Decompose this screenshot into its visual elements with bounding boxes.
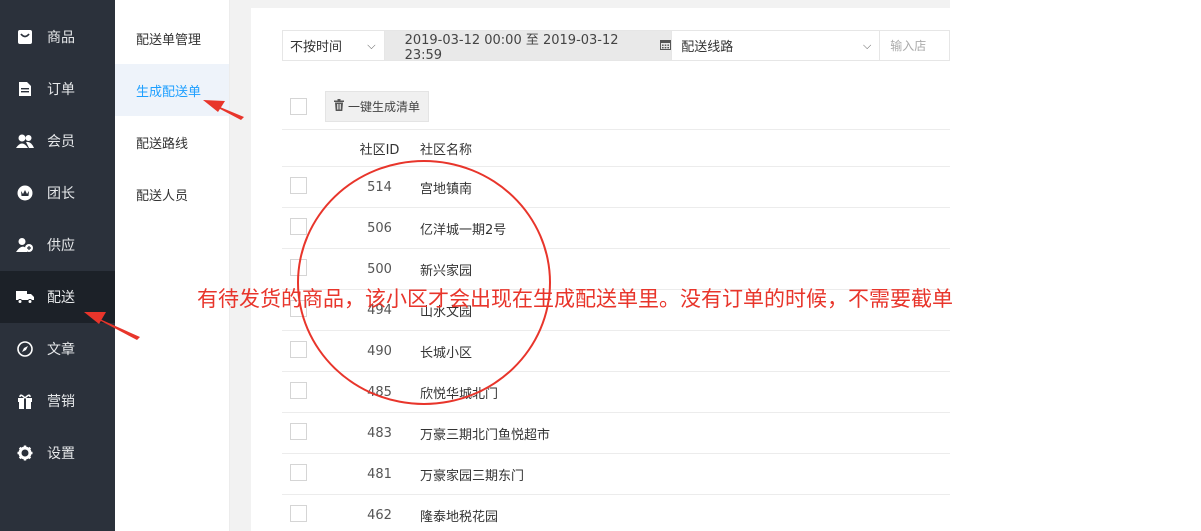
chevron-down-icon: ⌵ — [862, 38, 872, 52]
table-header-row: 社区ID 社区名称 — [282, 129, 950, 166]
subnav-item-label: 配送路线 — [136, 136, 189, 152]
table-row[interactable]: 490 长城小区 — [282, 330, 950, 371]
row-checkbox[interactable] — [290, 176, 307, 194]
sidebar-item-marketing[interactable]: 营销 — [0, 375, 115, 427]
community-id: 494 — [367, 302, 392, 318]
subnav-item-label: 配送单管理 — [136, 32, 202, 48]
sidebar-item-supply[interactable]: 供应 — [0, 219, 115, 271]
sidebar-item-label: 营销 — [47, 394, 75, 410]
community-name: 万豪三期北门鱼悦超市 — [420, 427, 551, 443]
main-sidebar: 商品 订单 会员 团长 供应 配送 文章 营销 设置 — [0, 0, 115, 531]
row-checkbox[interactable] — [290, 340, 307, 358]
row-checkbox[interactable] — [290, 381, 307, 399]
subnav-item-generate-delivery[interactable]: 生成配送单 — [115, 64, 229, 116]
sidebar-item-label: 配送 — [47, 290, 75, 306]
subnav-item-label: 配送人员 — [136, 188, 189, 204]
row-checkbox[interactable] — [290, 463, 307, 481]
right-blank-area — [950, 0, 1201, 531]
community-name: 万豪家园三期东门 — [420, 468, 525, 484]
store-search-placeholder: 输入店 — [890, 39, 927, 53]
community-name: 亿洋城一期2号 — [420, 222, 507, 238]
select-all-checkbox[interactable] — [290, 97, 307, 115]
row-checkbox[interactable] — [290, 422, 307, 440]
gear-icon — [16, 444, 34, 462]
leader-icon — [16, 184, 34, 202]
table-toolbar: 一键生成清单 — [282, 90, 430, 122]
row-checkbox[interactable] — [290, 258, 307, 276]
community-name: 山水文园 — [420, 304, 473, 320]
date-range-value: 2019-03-12 00:00 至 2019-03-12 23:59 — [404, 32, 619, 62]
trash-icon — [334, 98, 344, 114]
sidebar-item-leaders[interactable]: 团长 — [0, 167, 115, 219]
community-id: 506 — [367, 220, 392, 236]
community-table: 社区ID 社区名称 514 宫地镇南 506 亿洋城一期2号 500 新兴家园 … — [282, 129, 950, 531]
table-row[interactable]: 462 隆泰地税花园 — [282, 494, 950, 531]
sub-navigation: 配送单管理 生成配送单 配送路线 配送人员 — [115, 0, 230, 531]
community-id: 483 — [367, 425, 392, 441]
sidebar-item-label: 设置 — [47, 446, 75, 462]
store-search-input[interactable]: 输入店 — [880, 30, 950, 61]
sidebar-item-label: 订单 — [47, 82, 75, 98]
sidebar-item-goods[interactable]: 商品 — [0, 11, 115, 63]
compass-icon — [16, 340, 34, 358]
supply-icon — [16, 236, 34, 254]
generate-list-label: 一键生成清单 — [348, 99, 421, 114]
sidebar-item-delivery[interactable]: 配送 — [0, 271, 115, 323]
subnav-item-delivery-staff[interactable]: 配送人员 — [115, 168, 229, 220]
subnav-item-delivery-orders[interactable]: 配送单管理 — [115, 12, 229, 64]
time-type-value: 不按时间 — [290, 40, 343, 55]
sidebar-item-label: 供应 — [47, 238, 75, 254]
table-row[interactable]: 494 山水文园 — [282, 289, 950, 330]
subnav-item-delivery-routes[interactable]: 配送路线 — [115, 116, 229, 168]
table-row[interactable]: 483 万豪三期北门鱼悦超市 — [282, 412, 950, 453]
goods-icon — [16, 28, 34, 46]
sidebar-item-label: 团长 — [47, 186, 75, 202]
sidebar-item-settings[interactable]: 设置 — [0, 427, 115, 479]
community-id: 514 — [367, 179, 392, 195]
sidebar-item-label: 会员 — [47, 134, 75, 150]
subnav-item-label: 生成配送单 — [136, 84, 202, 100]
route-select[interactable]: 配送线路 ⌵ — [671, 30, 881, 61]
table-row[interactable]: 506 亿洋城一期2号 — [282, 207, 950, 248]
community-name: 隆泰地税花园 — [420, 509, 499, 525]
column-header-id: 社区ID — [359, 142, 400, 158]
generate-list-button[interactable]: 一键生成清单 — [325, 90, 430, 122]
table-row[interactable]: 500 新兴家园 — [282, 248, 950, 289]
row-checkbox[interactable] — [290, 217, 307, 235]
community-name: 欣悦华城北门 — [420, 386, 499, 402]
community-id: 462 — [367, 507, 392, 523]
community-id: 490 — [367, 343, 392, 359]
community-id: 485 — [367, 384, 392, 400]
community-name: 宫地镇南 — [420, 181, 473, 197]
time-type-select[interactable]: 不按时间 ⌵ — [282, 30, 385, 61]
table-row[interactable]: 514 宫地镇南 — [282, 166, 950, 207]
community-id: 481 — [367, 466, 392, 482]
sidebar-item-label: 文章 — [47, 342, 75, 358]
calendar-icon — [660, 39, 672, 53]
community-name: 长城小区 — [420, 345, 473, 361]
table-row[interactable]: 485 欣悦华城北门 — [282, 371, 950, 412]
community-name: 新兴家园 — [420, 263, 473, 279]
route-value: 配送线路 — [681, 40, 734, 55]
sidebar-item-label: 商品 — [47, 30, 75, 46]
chevron-down-icon: ⌵ — [367, 38, 376, 52]
sidebar-item-members[interactable]: 会员 — [0, 115, 115, 167]
sidebar-item-orders[interactable]: 订单 — [0, 63, 115, 115]
row-checkbox[interactable] — [290, 299, 307, 317]
row-checkbox[interactable] — [290, 504, 307, 522]
truck-icon — [16, 288, 34, 306]
filter-bar: 不按时间 ⌵ 2019-03-12 00:00 至 2019-03-12 23:… — [282, 30, 950, 61]
member-icon — [16, 132, 34, 150]
community-id: 500 — [367, 261, 392, 277]
column-header-name: 社区名称 — [420, 142, 473, 158]
order-icon — [16, 80, 34, 98]
sidebar-item-articles[interactable]: 文章 — [0, 323, 115, 375]
table-row[interactable]: 481 万豪家园三期东门 — [282, 453, 950, 494]
gift-icon — [16, 392, 34, 410]
date-range-input[interactable]: 2019-03-12 00:00 至 2019-03-12 23:59 — [384, 30, 672, 62]
